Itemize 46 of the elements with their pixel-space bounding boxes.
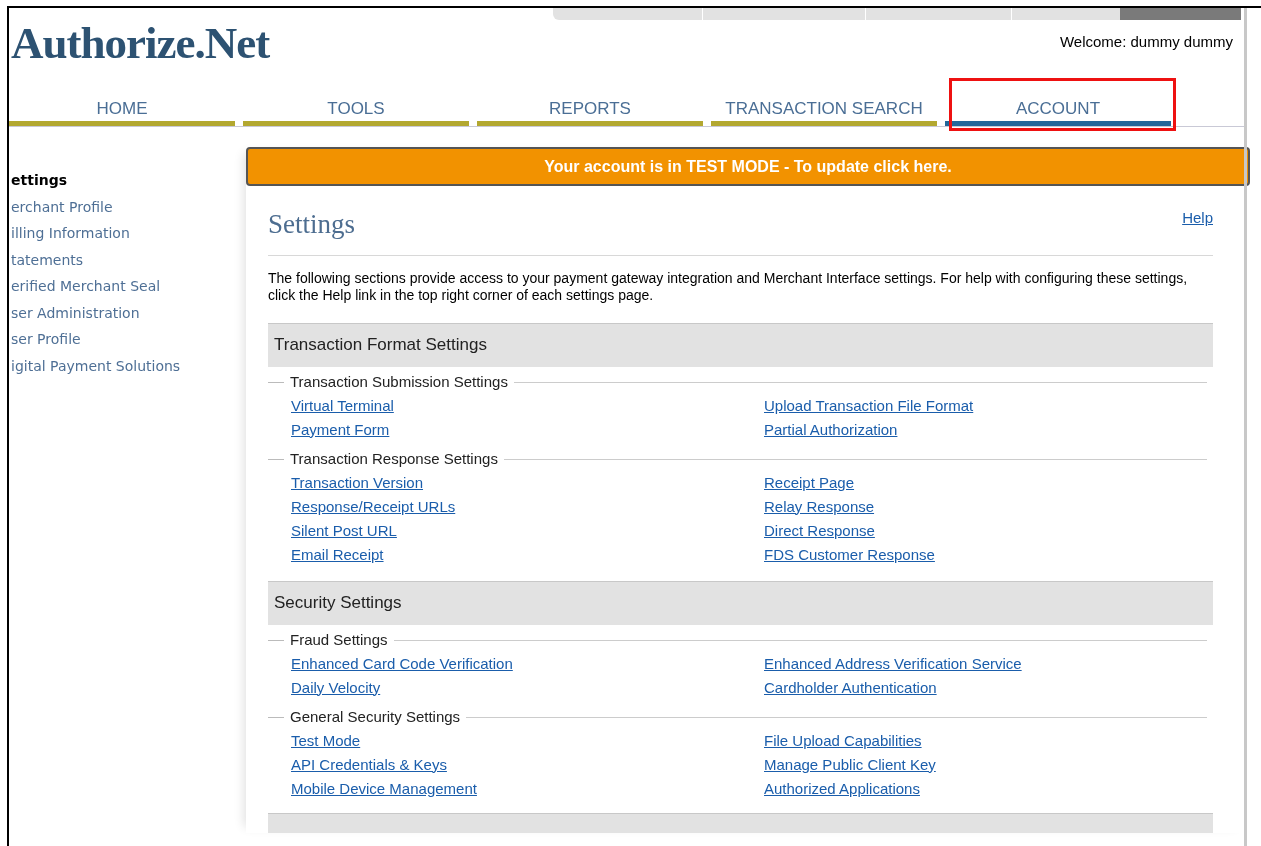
section-header: Security Settings	[268, 580, 1213, 625]
sidebar-link[interactable]: tatements	[11, 246, 246, 273]
help-link[interactable]: Help	[1182, 207, 1213, 230]
settings-link[interactable]: Receipt Page	[764, 470, 855, 495]
intro-text: The following sections provide access to your payment gateway integration and Merchant Interface settings. For help with configuring these settings, click the Help link in the top right corner of each settings page.	[268, 269, 1189, 304]
settings-link[interactable]: API Credentials & Keys	[291, 752, 447, 777]
nav-tab[interactable]: HOME	[9, 88, 235, 126]
section-header: Transaction Format Settings	[268, 322, 1213, 367]
nav-tab[interactable]: ACCOUNT	[945, 88, 1171, 126]
welcome-text: Welcome: dummy dummy	[1059, 32, 1233, 52]
group-title: General Security Settings	[289, 706, 462, 727]
settings-link[interactable]: Mobile Device Management	[291, 776, 477, 801]
sidebar-link[interactable]: ser Administration	[11, 299, 246, 326]
settings-link[interactable]: Daily Velocity	[291, 675, 381, 700]
settings-link[interactable]: Enhanced Card Code Verification	[291, 651, 513, 676]
settings-link[interactable]: FDS Customer Response	[764, 542, 935, 567]
sidebar-link[interactable]: igital Payment Solutions	[11, 352, 246, 379]
settings-link[interactable]: Silent Post URL	[291, 518, 397, 543]
brand-logo: Authorize.Net	[10, 17, 270, 70]
settings-link[interactable]: Enhanced Address Verification Service	[764, 651, 1022, 676]
settings-link[interactable]: Partial Authorization	[764, 417, 898, 442]
settings-link[interactable]: Direct Response	[764, 518, 875, 543]
settings-link[interactable]: Manage Public Client Key	[764, 752, 936, 777]
group-title: Transaction Submission Settings	[289, 371, 509, 392]
group-title: Fraud Settings	[289, 629, 389, 650]
sidebar-link[interactable]: erchant Profile	[11, 193, 246, 220]
sidebar-link[interactable]: illing Information	[11, 220, 246, 247]
settings-link[interactable]: Virtual Terminal	[291, 393, 394, 418]
settings-link[interactable]: Transaction Version	[291, 470, 423, 495]
settings-link[interactable]: Response/Receipt URLs	[291, 494, 456, 519]
sidebar-link[interactable]: ser Profile	[11, 326, 246, 353]
sidebar-link[interactable]: ettings	[11, 167, 246, 194]
settings-link[interactable]: Payment Form	[291, 417, 390, 442]
group-title: Transaction Response Settings	[289, 448, 499, 469]
settings-link[interactable]: File Upload Capabilities	[764, 728, 922, 753]
settings-link[interactable]: Email Receipt	[291, 542, 384, 567]
sidebar-link[interactable]: erified Merchant Seal	[11, 273, 246, 300]
settings-link[interactable]: Authorized Applications	[764, 776, 920, 801]
settings-link[interactable]: Relay Response	[764, 494, 875, 519]
nav-tab[interactable]: TRANSACTION SEARCH	[711, 88, 937, 126]
nav-tab[interactable]: TOOLS	[243, 88, 469, 126]
settings-link[interactable]: Test Mode	[291, 728, 361, 753]
settings-link[interactable]: Cardholder Authentication	[764, 675, 937, 700]
settings-link[interactable]: Upload Transaction File Format	[764, 393, 974, 418]
nav-tab[interactable]: REPORTS	[477, 88, 703, 126]
page-title: Settings	[268, 208, 355, 241]
